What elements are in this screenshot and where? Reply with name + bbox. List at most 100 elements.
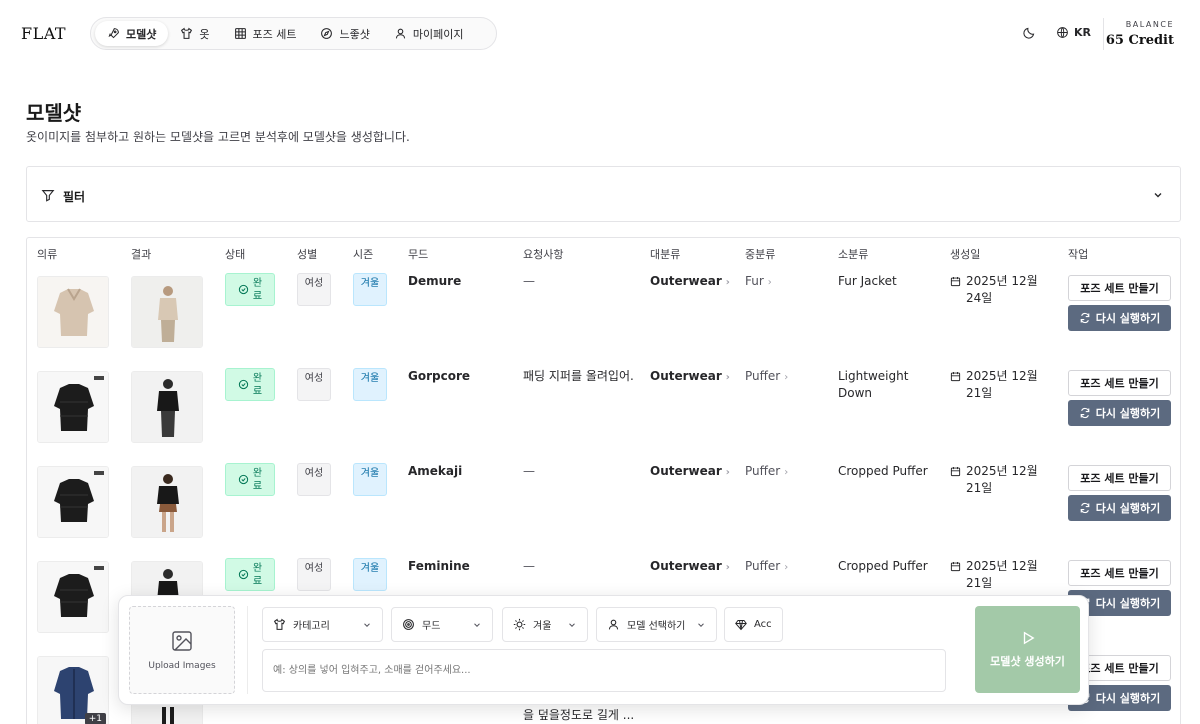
nav-item-pose-set[interactable]: 포즈 세트 [222,21,309,46]
logo[interactable]: FLAT [21,24,66,43]
upload-images-dropzone[interactable]: Upload Images [129,606,235,694]
minor-category-cell: Cropped Puffer [838,559,928,573]
nav-item-vibe-shot[interactable]: 느좋샷 [308,21,381,46]
calendar-icon [950,372,961,382]
status-badge: 완료 [225,273,275,306]
clothing-thumbnail[interactable] [37,276,109,348]
middle-category-text: Puffer [745,559,781,573]
chevron-right-icon: › [767,277,772,288]
created-date-cell: 2025년 12월 21일 [950,368,1050,402]
major-category-cell: Outerwear › [650,368,730,386]
major-category-cell: Outerwear › [650,558,730,576]
shirt-icon [273,618,286,630]
result-thumbnail[interactable] [131,466,203,538]
filter-icon [41,190,55,202]
clothing-thumbnail[interactable] [37,371,109,443]
date-text: 2025년 12월 21일 [966,464,1038,495]
middle-category-text: Fur [745,274,764,288]
nav-item-my-page[interactable]: 마이페이지 [382,21,476,46]
clothing-thumbnail[interactable]: +1 [37,656,109,724]
create-pose-set-button[interactable]: 포즈 세트 만들기 [1068,465,1171,491]
season-badge: 겨울 [353,273,387,306]
calendar-icon [950,562,961,572]
season-badge: 겨울 [353,368,387,401]
prompt-input[interactable] [262,649,946,692]
minor-category-cell: Fur Jacket [838,274,897,288]
rerun-label: 다시 실행하기 [1095,597,1161,610]
chevron-right-icon: › [725,372,730,383]
check-circle-icon [238,474,248,485]
chevron-down-icon[interactable] [1152,189,1164,201]
major-category-text: Outerwear [650,274,722,288]
date-text: 2025년 12월 21일 [966,559,1038,590]
upload-label: Upload Images [148,661,216,671]
major-category-text: Outerwear [650,464,722,478]
generate-model-shot-button[interactable]: 모델샷 생성하기 [975,606,1080,693]
model-select[interactable]: 모델 선택하기 [596,607,717,642]
chevron-right-icon: › [725,467,730,478]
check-circle-icon [238,379,248,390]
mood-cell: Amekaji [408,464,463,478]
balance-value: 65 Credit [1105,33,1174,48]
accessory-button[interactable]: Acc [724,607,783,642]
gender-badge: 여성 [297,463,331,496]
generate-label: 모델샷 생성하기 [990,654,1065,668]
theme-toggle-button[interactable] [1023,26,1036,39]
image-icon [172,631,192,651]
filter-panel[interactable]: 필터 [26,166,1181,222]
column-header: 성별 [297,248,318,261]
rerun-label: 다시 실행하기 [1095,502,1161,515]
page-title: 모델샷 [26,101,82,125]
create-pose-set-button[interactable]: 포즈 세트 만들기 [1068,560,1171,586]
balance-label: BALANCE [1125,20,1174,29]
nav-label: 마이페이지 [412,27,464,41]
user-icon [608,619,619,630]
status-text: 완료 [252,562,263,587]
result-thumbnail[interactable] [131,276,203,348]
created-date-cell: 2025년 12월 24일 [950,273,1050,307]
sun-icon [513,618,526,631]
gender-badge: 여성 [297,273,331,306]
middle-category-text: Puffer [745,369,781,383]
clothing-thumbnail[interactable] [37,466,109,538]
season-label: 겨울 [533,621,552,632]
nav-label: 포즈 세트 [252,27,297,41]
clothing-thumbnail[interactable] [37,561,109,633]
gender-badge: 여성 [297,368,331,401]
rerun-button[interactable]: 다시 실행하기 [1068,495,1171,521]
season-select[interactable]: 겨울 [502,607,588,642]
rerun-label: 다시 실행하기 [1095,692,1161,705]
created-date-cell: 2025년 12월 21일 [950,463,1050,497]
generation-composer: Upload Images 카테고리 무드 겨울 모델 선택하기 Acc 모델샷… [118,595,1089,705]
rerun-label: 다시 실행하기 [1095,407,1161,420]
column-header: 결과 [131,248,152,261]
column-header: 작업 [1068,248,1089,261]
status-badge: 완료 [225,558,275,591]
language-button[interactable]: KR [1056,26,1091,39]
create-pose-set-button[interactable]: 포즈 세트 만들기 [1068,370,1171,396]
middle-category-text: Puffer [745,464,781,478]
nav-item-clothes[interactable]: 옷 [168,21,221,46]
middle-category-cell: Puffer › [745,463,788,481]
status-text: 완료 [252,467,263,492]
gem-icon [735,619,747,630]
create-pose-set-button[interactable]: 포즈 세트 만들기 [1068,275,1171,301]
mood-select[interactable]: 무드 [391,607,493,642]
shirt-icon [181,27,193,39]
chevron-down-icon [569,622,575,627]
nav-item-model-shot[interactable]: 모델샷 [95,21,169,46]
calendar-icon [950,467,961,477]
target-icon [403,619,414,630]
rerun-button[interactable]: 다시 실행하기 [1068,305,1171,331]
rerun-button[interactable]: 다시 실행하기 [1068,400,1171,426]
refresh-icon [1080,407,1090,419]
table-row: 완료 여성 겨울 Gorpcore 패딩 지퍼를 올려입어. Outerwear… [27,368,1180,463]
rerun-label: 다시 실행하기 [1095,312,1161,325]
mood-cell: Demure [408,274,462,288]
status-badge: 완료 [225,368,275,401]
request-cell: 패딩 지퍼를 올려입어. [523,369,634,383]
result-thumbnail[interactable] [131,371,203,443]
category-select[interactable]: 카테고리 [262,607,383,642]
middle-category-cell: Fur › [745,273,772,291]
chevron-right-icon: › [725,562,730,573]
